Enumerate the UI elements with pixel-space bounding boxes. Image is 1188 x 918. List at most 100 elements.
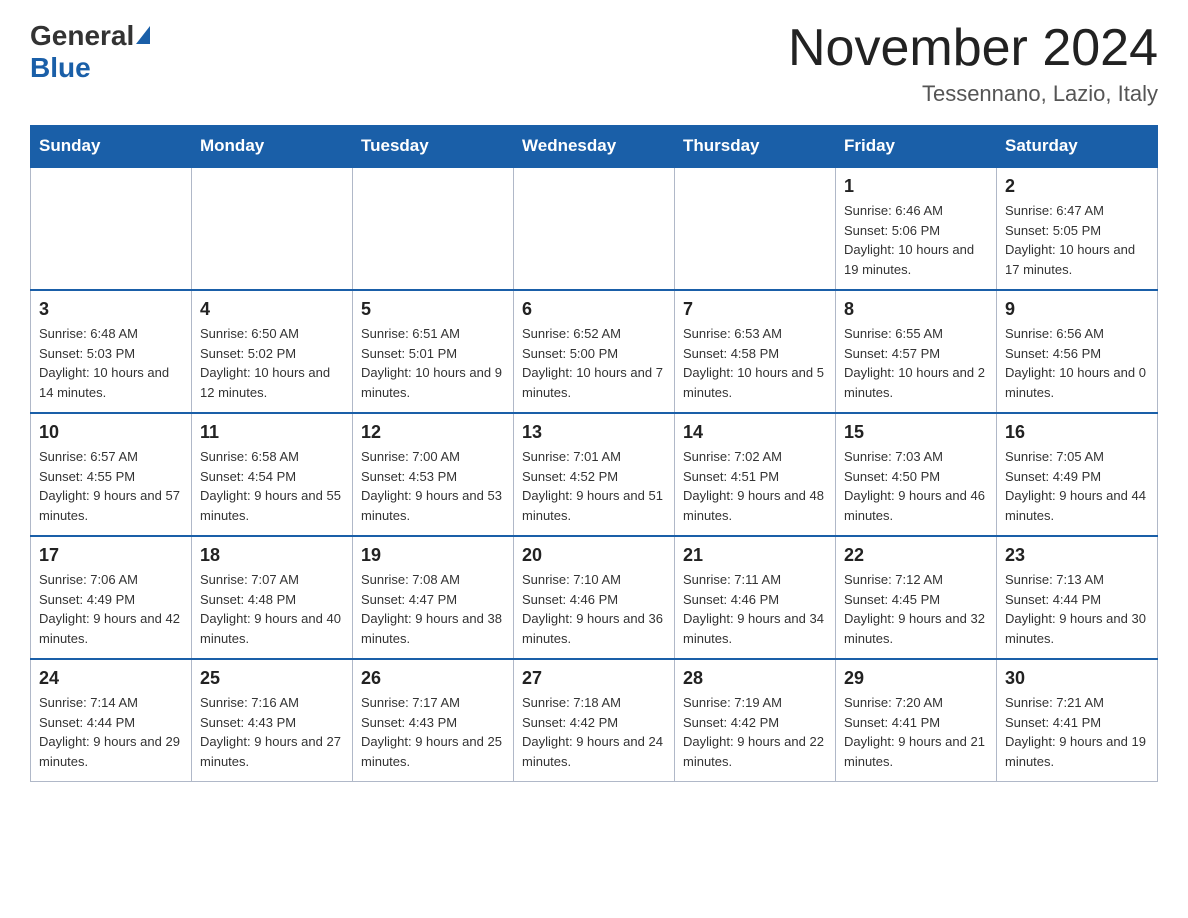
day-number: 13 [522, 422, 666, 443]
day-info: Sunrise: 7:14 AMSunset: 4:44 PMDaylight:… [39, 693, 183, 771]
day-info: Sunrise: 6:55 AMSunset: 4:57 PMDaylight:… [844, 324, 988, 402]
logo-triangle-icon [136, 26, 150, 44]
day-number: 18 [200, 545, 344, 566]
logo: General Blue [30, 20, 152, 84]
day-info: Sunrise: 7:17 AMSunset: 4:43 PMDaylight:… [361, 693, 505, 771]
day-info: Sunrise: 7:00 AMSunset: 4:53 PMDaylight:… [361, 447, 505, 525]
calendar-cell: 25Sunrise: 7:16 AMSunset: 4:43 PMDayligh… [192, 659, 353, 782]
calendar-week-row: 1 Sunrise: 6:46 AMSunset: 5:06 PMDaylight… [31, 167, 1158, 290]
calendar-cell [353, 167, 514, 290]
day-number: 19 [361, 545, 505, 566]
day-info: Sunrise: 6:51 AMSunset: 5:01 PMDaylight:… [361, 324, 505, 402]
calendar-cell: 3 Sunrise: 6:48 AMSunset: 5:03 PMDaylight… [31, 290, 192, 413]
day-number: 7 [683, 299, 827, 320]
day-number: 15 [844, 422, 988, 443]
day-number: 10 [39, 422, 183, 443]
day-info: Sunrise: 7:03 AMSunset: 4:50 PMDaylight:… [844, 447, 988, 525]
day-info: Sunrise: 6:46 AMSunset: 5:06 PMDaylight:… [844, 201, 988, 279]
day-number: 14 [683, 422, 827, 443]
page-header: General Blue November 2024 Tessennano, L… [30, 20, 1158, 107]
day-number: 27 [522, 668, 666, 689]
day-number: 1 [844, 176, 988, 197]
calendar-header-sunday: Sunday [31, 126, 192, 168]
calendar-cell: 14 Sunrise: 7:02 AMSunset: 4:51 PMDayligh… [675, 413, 836, 536]
day-info: Sunrise: 7:02 AMSunset: 4:51 PMDaylight:… [683, 447, 827, 525]
calendar-cell: 11Sunrise: 6:58 AMSunset: 4:54 PMDayligh… [192, 413, 353, 536]
calendar-cell: 26 Sunrise: 7:17 AMSunset: 4:43 PMDayligh… [353, 659, 514, 782]
day-info: Sunrise: 7:01 AMSunset: 4:52 PMDaylight:… [522, 447, 666, 525]
day-number: 26 [361, 668, 505, 689]
calendar-header-row: SundayMondayTuesdayWednesdayThursdayFrid… [31, 126, 1158, 168]
calendar-cell: 1 Sunrise: 6:46 AMSunset: 5:06 PMDaylight… [836, 167, 997, 290]
calendar-cell: 20Sunrise: 7:10 AMSunset: 4:46 PMDayligh… [514, 536, 675, 659]
day-info: Sunrise: 7:19 AMSunset: 4:42 PMDaylight:… [683, 693, 827, 771]
day-info: Sunrise: 7:06 AMSunset: 4:49 PMDaylight:… [39, 570, 183, 648]
calendar-cell: 22 Sunrise: 7:12 AMSunset: 4:45 PMDayligh… [836, 536, 997, 659]
calendar-cell [675, 167, 836, 290]
day-number: 2 [1005, 176, 1149, 197]
logo-blue-text: Blue [30, 52, 91, 84]
day-info: Sunrise: 6:52 AMSunset: 5:00 PMDaylight:… [522, 324, 666, 402]
day-info: Sunrise: 7:05 AMSunset: 4:49 PMDaylight:… [1005, 447, 1149, 525]
calendar-header-friday: Friday [836, 126, 997, 168]
day-number: 11 [200, 422, 344, 443]
day-info: Sunrise: 7:08 AMSunset: 4:47 PMDaylight:… [361, 570, 505, 648]
month-year-title: November 2024 [788, 20, 1158, 77]
day-number: 3 [39, 299, 183, 320]
day-number: 17 [39, 545, 183, 566]
day-info: Sunrise: 7:13 AMSunset: 4:44 PMDaylight:… [1005, 570, 1149, 648]
calendar-week-row: 24 Sunrise: 7:14 AMSunset: 4:44 PMDayligh… [31, 659, 1158, 782]
day-info: Sunrise: 6:48 AMSunset: 5:03 PMDaylight:… [39, 324, 183, 402]
calendar-cell: 15 Sunrise: 7:03 AMSunset: 4:50 PMDayligh… [836, 413, 997, 536]
day-info: Sunrise: 7:07 AMSunset: 4:48 PMDaylight:… [200, 570, 344, 648]
calendar-cell: 23 Sunrise: 7:13 AMSunset: 4:44 PMDayligh… [997, 536, 1158, 659]
day-info: Sunrise: 7:21 AMSunset: 4:41 PMDaylight:… [1005, 693, 1149, 771]
day-info: Sunrise: 7:20 AMSunset: 4:41 PMDaylight:… [844, 693, 988, 771]
day-number: 21 [683, 545, 827, 566]
day-number: 9 [1005, 299, 1149, 320]
day-info: Sunrise: 6:50 AMSunset: 5:02 PMDaylight:… [200, 324, 344, 402]
day-info: Sunrise: 6:47 AMSunset: 5:05 PMDaylight:… [1005, 201, 1149, 279]
calendar-cell: 4 Sunrise: 6:50 AMSunset: 5:02 PMDaylight… [192, 290, 353, 413]
calendar-cell: 21 Sunrise: 7:11 AMSunset: 4:46 PMDayligh… [675, 536, 836, 659]
logo-general-text: General [30, 20, 134, 52]
calendar-header-saturday: Saturday [997, 126, 1158, 168]
calendar-cell [192, 167, 353, 290]
day-info: Sunrise: 6:53 AMSunset: 4:58 PMDaylight:… [683, 324, 827, 402]
day-info: Sunrise: 7:11 AMSunset: 4:46 PMDaylight:… [683, 570, 827, 648]
calendar-cell: 12Sunrise: 7:00 AMSunset: 4:53 PMDayligh… [353, 413, 514, 536]
calendar-cell: 17 Sunrise: 7:06 AMSunset: 4:49 PMDayligh… [31, 536, 192, 659]
calendar-cell: 6 Sunrise: 6:52 AMSunset: 5:00 PMDaylight… [514, 290, 675, 413]
calendar-header-tuesday: Tuesday [353, 126, 514, 168]
day-number: 23 [1005, 545, 1149, 566]
day-number: 4 [200, 299, 344, 320]
calendar-cell [31, 167, 192, 290]
calendar-cell: 24 Sunrise: 7:14 AMSunset: 4:44 PMDayligh… [31, 659, 192, 782]
day-info: Sunrise: 6:56 AMSunset: 4:56 PMDaylight:… [1005, 324, 1149, 402]
calendar-cell [514, 167, 675, 290]
calendar-header-monday: Monday [192, 126, 353, 168]
calendar-header-wednesday: Wednesday [514, 126, 675, 168]
calendar-week-row: 10 Sunrise: 6:57 AMSunset: 4:55 PMDayligh… [31, 413, 1158, 536]
calendar-cell: 2 Sunrise: 6:47 AMSunset: 5:05 PMDaylight… [997, 167, 1158, 290]
day-info: Sunrise: 6:57 AMSunset: 4:55 PMDaylight:… [39, 447, 183, 525]
calendar-cell: 16 Sunrise: 7:05 AMSunset: 4:49 PMDayligh… [997, 413, 1158, 536]
day-number: 8 [844, 299, 988, 320]
title-section: November 2024 Tessennano, Lazio, Italy [788, 20, 1158, 107]
calendar-cell: 9 Sunrise: 6:56 AMSunset: 4:56 PMDaylight… [997, 290, 1158, 413]
location-subtitle: Tessennano, Lazio, Italy [788, 81, 1158, 107]
calendar-table: SundayMondayTuesdayWednesdayThursdayFrid… [30, 125, 1158, 782]
day-info: Sunrise: 7:18 AMSunset: 4:42 PMDaylight:… [522, 693, 666, 771]
day-info: Sunrise: 7:12 AMSunset: 4:45 PMDaylight:… [844, 570, 988, 648]
calendar-cell: 5Sunrise: 6:51 AMSunset: 5:01 PMDaylight… [353, 290, 514, 413]
calendar-cell: 8 Sunrise: 6:55 AMSunset: 4:57 PMDaylight… [836, 290, 997, 413]
day-number: 29 [844, 668, 988, 689]
calendar-week-row: 17 Sunrise: 7:06 AMSunset: 4:49 PMDayligh… [31, 536, 1158, 659]
calendar-cell: 30Sunrise: 7:21 AMSunset: 4:41 PMDayligh… [997, 659, 1158, 782]
day-number: 16 [1005, 422, 1149, 443]
day-number: 24 [39, 668, 183, 689]
day-number: 25 [200, 668, 344, 689]
day-number: 6 [522, 299, 666, 320]
calendar-cell: 29 Sunrise: 7:20 AMSunset: 4:41 PMDayligh… [836, 659, 997, 782]
day-number: 22 [844, 545, 988, 566]
